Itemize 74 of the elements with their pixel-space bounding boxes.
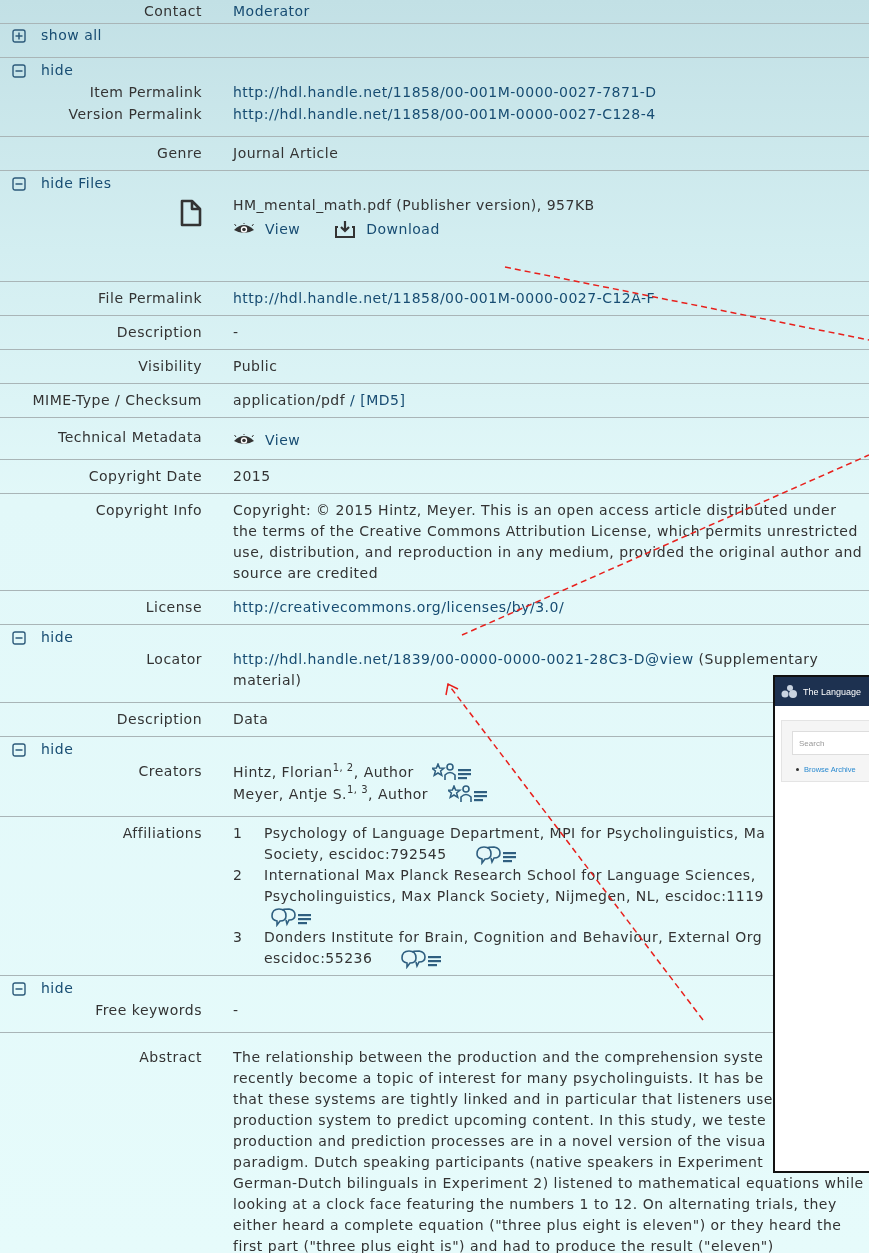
- expand-icon: [12, 28, 26, 43]
- field-label: File Permalink: [98, 290, 202, 306]
- affiliation-text: International Max Planck Research School for Language Sciences,: [264, 867, 756, 883]
- view-link[interactable]: View: [233, 219, 301, 240]
- affiliation-text: escidoc:55236: [264, 949, 373, 968]
- field-label: Technical Metadata: [57, 429, 202, 445]
- field-value: -: [233, 324, 239, 340]
- eye-icon: [233, 434, 255, 447]
- field-label: Free keywords: [95, 1002, 202, 1018]
- field-label: Creators: [138, 763, 202, 779]
- field-label: Visibility: [138, 358, 202, 374]
- collapse-icon: [12, 981, 26, 996]
- field-value: 2015: [233, 468, 271, 484]
- speech-bubble-list-icon: [270, 907, 312, 927]
- window-title: The Language: [803, 686, 862, 697]
- collapse-icon: [12, 630, 26, 645]
- section-toggle[interactable]: hide: [12, 739, 74, 760]
- field-label: Genre: [157, 145, 202, 161]
- link[interactable]: http://creativecommons.org/licenses/by/3.0/: [233, 599, 565, 615]
- link[interactable]: http://hdl.handle.net/11858/00-001M-0000-0027-C128-4: [233, 106, 656, 122]
- field-value: Data: [233, 711, 269, 727]
- affiliation-number: 2: [233, 866, 244, 885]
- field-value: http://hdl.handle.net/1839/00-0000-0000-0021-28C3-D@view (Supplementary material): [233, 651, 819, 688]
- section-toggle[interactable]: hide: [12, 60, 74, 81]
- field-value: application/pdf / [MD5]: [233, 392, 406, 408]
- field-label: Copyright Date: [88, 468, 202, 484]
- affiliation-text: Psychology of Language Department, MPI for Psycholinguistics, Ma: [264, 825, 766, 841]
- paragraph-text: The relationship between the production and the comprehension syste recently become a topic of interest for many psycholinguists. It has be that these systems are tightly linked and in particular that listeners use production system to predict upcoming content. In this study, we teste production and prediction processes are in a novel version of the visua paradigm. Dutch speaking participants (native speakers in Experiment German-Dutch bilinguals in Experiment 2) listened to mathematical equations while looking at a clock face featuring the numbers 1 to 12. On alternating trials, they either heard a complete equation ("three plus eight is eleven") or they heard the first part ("three plus eight is") and had to produce the result ("eleven"): [233, 1048, 865, 1253]
- section-toggle[interactable]: hide Files: [12, 173, 112, 194]
- link[interactable]: / [MD5]: [350, 392, 406, 408]
- collapse-icon: [12, 63, 26, 78]
- logo-icon: [781, 685, 798, 698]
- search-field[interactable]: Search: [792, 731, 869, 755]
- affiliation-number: 1: [233, 824, 244, 843]
- field-label: Copyright Info: [95, 502, 202, 518]
- affiliation-text: Society, escidoc:792545: [264, 845, 447, 864]
- eye-icon: [233, 223, 255, 236]
- link[interactable]: http://hdl.handle.net/1839/00-0000-0000-0021-28C3-D@view: [233, 651, 694, 667]
- link[interactable]: http://hdl.handle.net/11858/00-001M-0000-0027-C12A-F: [233, 290, 656, 306]
- affiliation-text: Donders Institute for Brain, Cognition and Behaviour, External Org: [264, 929, 763, 945]
- creator-name: Hintz, Florian$^{1, 2}$, Author: [233, 761, 414, 782]
- download-link[interactable]: Download: [334, 219, 440, 240]
- field-value: Public: [233, 358, 278, 374]
- file-name: HM_mental_math.pdf (Publisher version), 957KB: [233, 197, 595, 213]
- speech-bubble-list-icon: [474, 844, 517, 865]
- field-label: Abstract: [139, 1049, 202, 1065]
- field-label: Description: [116, 711, 202, 727]
- field-label: Locator: [146, 651, 202, 667]
- section-toggle[interactable]: hide: [12, 978, 74, 999]
- creator-name: Meyer, Antje S.$^{1, 3}$, Author: [233, 783, 429, 804]
- field-label: Item Permalink: [89, 84, 202, 100]
- section-toggle[interactable]: show all: [12, 25, 102, 46]
- field-label: Version Permalink: [68, 106, 202, 122]
- section-toggle[interactable]: hide: [12, 627, 74, 648]
- link[interactable]: Moderator: [233, 3, 310, 19]
- collapse-icon: [12, 742, 26, 757]
- field-label: Affiliations: [122, 825, 202, 841]
- field-label: Contact: [144, 3, 202, 19]
- star-person-list-icon: [448, 785, 489, 803]
- link[interactable]: http://hdl.handle.net/11858/00-001M-0000-0027-7871-D: [233, 84, 657, 100]
- field-label: MIME-Type / Checksum: [32, 392, 202, 408]
- field-value: -: [233, 1002, 239, 1018]
- view-link[interactable]: View: [233, 430, 301, 451]
- star-person-list-icon: [431, 763, 472, 781]
- document-icon: [180, 199, 202, 227]
- speech-bubble-list-icon: [400, 948, 443, 969]
- affiliation-number: 3: [233, 928, 244, 947]
- field-value: Journal Article: [233, 145, 339, 161]
- bullet-icon: [796, 768, 799, 771]
- download-icon: [334, 221, 357, 238]
- field-label: Description: [116, 324, 202, 340]
- field-label: License: [145, 599, 202, 615]
- collapse-icon: [12, 176, 26, 191]
- affiliation-text: Psycholinguistics, Max Planck Society, Nijmegen, NL, escidoc:1119: [264, 887, 764, 906]
